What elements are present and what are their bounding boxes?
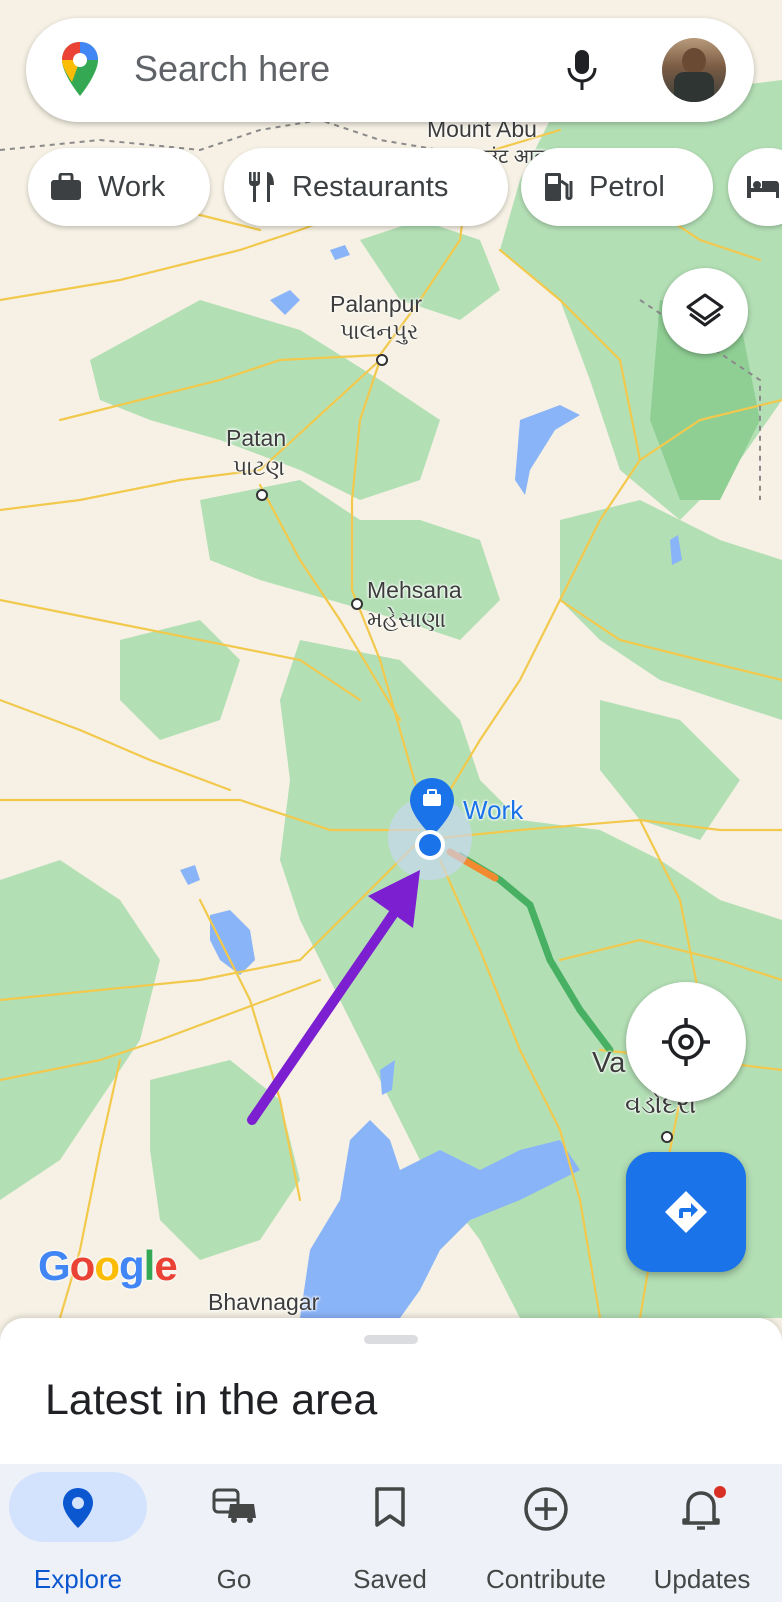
chip-restaurants[interactable]: Restaurants <box>224 148 508 226</box>
nav-updates-label: Updates <box>653 1564 751 1594</box>
directions-button[interactable] <box>626 1152 746 1272</box>
nav-go[interactable]: Go <box>156 1464 312 1602</box>
nav-explore[interactable]: Explore <box>0 1464 156 1602</box>
search-input[interactable]: Search here <box>134 48 330 90</box>
directions-icon <box>665 1191 707 1233</box>
layers-button[interactable] <box>662 268 748 354</box>
bottom-sheet[interactable]: Latest in the area <box>0 1318 782 1468</box>
crosshair-icon <box>662 1018 710 1066</box>
map-label-mehsana-sub: મહેસાણા <box>367 607 446 632</box>
recenter-button[interactable] <box>626 982 746 1102</box>
vadodara-marker[interactable] <box>661 1131 673 1143</box>
chip-restaurants-label: Restaurants <box>292 170 449 203</box>
sheet-title: Latest in the area <box>45 1376 378 1424</box>
briefcase-icon <box>51 173 81 200</box>
map-label-bhavnagar[interactable]: Bhavnagar <box>208 1289 319 1315</box>
nav-updates[interactable]: Updates <box>624 1464 780 1602</box>
bell-icon <box>682 1486 726 1530</box>
bottom-navigation: Explore Go Saved Contribute Updates <box>0 1464 782 1602</box>
my-location-dot[interactable] <box>419 834 441 856</box>
chip-work-label: Work <box>98 170 166 203</box>
microphone-icon[interactable] <box>562 48 602 92</box>
patan-marker[interactable] <box>256 489 268 501</box>
map-label-palanpur[interactable]: Palanpur <box>330 291 422 317</box>
map-label-vadodara[interactable]: Va <box>592 1047 625 1080</box>
map-label-patan[interactable]: Patan <box>226 425 286 451</box>
nav-saved[interactable]: Saved <box>312 1464 468 1602</box>
nav-contribute[interactable]: Contribute <box>468 1464 624 1602</box>
nav-go-label: Go <box>216 1564 252 1594</box>
chip-petrol[interactable]: Petrol <box>521 148 713 226</box>
google-maps-pin-icon <box>62 42 98 96</box>
nav-saved-label: Saved <box>353 1564 427 1594</box>
bookmark-icon <box>375 1487 405 1527</box>
chip-petrol-label: Petrol <box>589 170 665 203</box>
map-label-palanpur-sub: પાલનપુર <box>340 319 419 344</box>
add-circle-icon <box>524 1487 568 1531</box>
fork-knife-icon <box>249 172 274 202</box>
sheet-drag-handle[interactable] <box>364 1335 418 1344</box>
notification-badge <box>714 1486 726 1498</box>
google-logo: Google <box>38 1242 178 1289</box>
mehsana-marker[interactable] <box>351 598 363 610</box>
map-label-work[interactable]: Work <box>463 796 523 825</box>
map-label-mehsana[interactable]: Mehsana <box>367 577 462 603</box>
fuel-pump-icon <box>545 173 573 201</box>
layers-icon <box>686 293 724 327</box>
commute-icon <box>212 1488 256 1523</box>
nav-contribute-label: Contribute <box>486 1564 606 1594</box>
nav-explore-label: Explore <box>33 1564 123 1594</box>
hotel-bed-icon <box>747 176 779 198</box>
search-bar[interactable]: Search here <box>26 18 754 122</box>
location-pin-icon <box>63 1488 93 1528</box>
chip-work[interactable]: Work <box>28 148 210 226</box>
map-label-patan-sub: પાટણ <box>233 455 285 480</box>
account-avatar[interactable] <box>662 38 726 102</box>
palanpur-marker[interactable] <box>376 354 388 366</box>
